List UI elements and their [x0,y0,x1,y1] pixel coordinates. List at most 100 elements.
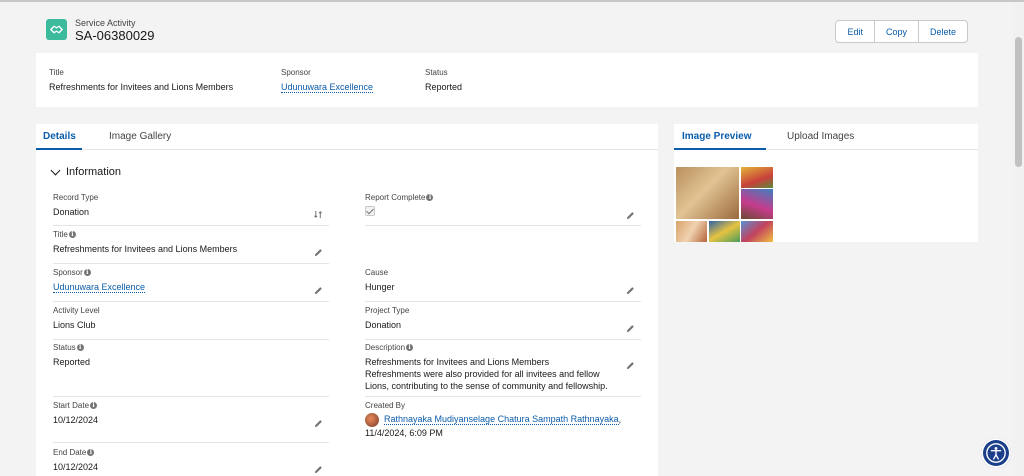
description-line: Refreshments for Invitees and Lions Memb… [365,357,550,367]
record-header: Service Activity SA-06380029 Edit Copy D… [36,9,978,52]
image-thumbnail[interactable] [676,221,707,242]
field-label: Sponsor [53,268,83,277]
highlight-status-label: Status [425,68,448,77]
object-type-label: Service Activity [75,18,136,28]
copy-button[interactable]: Copy [875,21,919,42]
field-label: Status [53,343,76,352]
image-thumbnail[interactable] [741,167,773,188]
field-value: Donation [53,207,90,217]
field-label: Start Date [53,401,90,410]
field-project-type: Project Type Donation [365,306,641,340]
section-information-toggle[interactable]: Information [50,165,122,178]
highlight-title: Title Refreshments for Invitees and Lion… [49,68,233,92]
highlight-status-value: Reported [425,82,463,92]
field-value: 10/12/2024 [53,462,99,472]
field-value: Hunger [365,282,395,292]
created-by-datetime: 11/4/2024, 6:09 PM [365,428,443,438]
avatar [365,413,379,427]
pencil-icon[interactable] [626,361,635,370]
details-tabs: Details Image Gallery [36,124,658,150]
field-value: Reported [53,357,91,367]
field-value: 10/12/2024 [53,415,99,425]
pencil-icon[interactable] [314,419,323,428]
highlights-panel: Title Refreshments for Invitees and Lion… [36,53,978,107]
chevron-down-icon [50,165,61,176]
image-card: Image Preview Upload Images [674,124,978,242]
tab-upload-images[interactable]: Upload Images [787,131,854,142]
field-label: Description [365,343,406,352]
field-label: Created By [365,401,406,410]
field-activity-level: Activity Level Lions Club [53,306,329,340]
pencil-icon[interactable] [626,211,635,220]
sponsor-link[interactable]: Udunuwara Excellence [53,282,146,293]
field-label: Record Type [53,193,99,202]
pencil-icon[interactable] [314,248,323,257]
highlight-title-label: Title [49,68,64,77]
highlight-status: Status Reported [425,68,462,92]
page-scrollbar[interactable] [1013,2,1024,476]
details-card: Details Image Gallery Information Record… [36,124,658,476]
field-value: Refreshments for Invitees and Lions Memb… [365,356,641,392]
field-status: Status i Reported [53,343,329,397]
field-label: Cause [365,268,389,277]
highlight-title-value: Refreshments for Invitees and Lions Memb… [49,82,234,92]
edit-button[interactable]: Edit [836,21,875,42]
tab-details[interactable]: Details [43,131,76,142]
field-record-type: Record Type Donation [53,193,329,226]
description-line: Refreshments were also provided for all … [365,369,600,379]
field-cause: Cause Hunger [365,268,641,302]
pencil-icon[interactable] [626,286,635,295]
field-value: Donation [365,320,402,330]
image-thumbnail[interactable] [741,189,773,219]
image-thumbnail[interactable] [741,221,773,242]
field-label: Title [53,230,68,239]
section-title: Information [66,166,122,178]
top-border [0,0,1024,2]
field-end-date: End Date i 10/12/2024 [53,448,329,476]
tab-image-gallery[interactable]: Image Gallery [109,131,171,142]
info-icon[interactable]: i [76,344,84,351]
scrollbar-thumb[interactable] [1015,37,1022,167]
field-value: Lions Club [53,320,96,330]
description-line: Lions, contributing to the sense of comm… [365,381,608,391]
highlight-sponsor-link[interactable]: Udunuwara Excellence [281,82,374,93]
report-complete-checkbox [365,206,375,216]
field-label: End Date [53,448,87,457]
change-record-type-icon[interactable] [314,210,323,219]
field-description: Description i Refreshments for Invitees a… [365,343,641,397]
highlight-sponsor-label: Sponsor [281,68,311,77]
info-icon[interactable]: i [406,344,414,351]
handshake-icon [46,19,67,40]
action-button-group: Edit Copy Delete [835,20,968,43]
record-name: SA-06380029 [75,28,155,43]
created-by-user-link[interactable]: Rathnayaka Mudiyanselage Chatura Sampath… [384,414,619,426]
tab-image-preview[interactable]: Image Preview [682,131,751,142]
created-by-separator: , [618,414,622,425]
info-icon[interactable]: i [83,269,91,276]
info-icon[interactable]: i [87,449,95,456]
pencil-icon[interactable] [626,324,635,333]
accessibility-button[interactable] [981,438,1011,468]
info-icon[interactable]: i [426,194,434,201]
field-value: Rathnayaka Mudiyanselage Chatura Sampath… [365,413,655,439]
field-label: Report Complete [365,193,426,202]
accessibility-icon [986,443,1006,463]
field-start-date: Start Date i 10/12/2024 [53,401,329,443]
info-icon[interactable]: i [68,231,76,238]
image-thumbnail[interactable] [676,167,739,219]
field-sponsor: Sponsor i Udunuwara Excellence [53,268,329,302]
info-icon[interactable]: i [90,402,98,409]
image-tabs: Image Preview Upload Images [674,124,978,150]
pencil-icon[interactable] [314,286,323,295]
field-label: Activity Level [53,306,100,315]
pencil-icon[interactable] [314,465,323,474]
delete-button[interactable]: Delete [919,21,967,42]
image-thumbnail[interactable] [709,221,740,242]
field-title: Title i Refreshments for Invitees and Lio… [53,230,329,264]
field-label: Project Type [365,306,410,315]
field-value: Refreshments for Invitees and Lions Memb… [53,244,238,254]
field-report-complete: Report Complete i [365,193,641,226]
active-tab-indicator [674,148,766,150]
field-created-by: Created By Rathnayaka Mudiyanselage Chat… [365,401,655,449]
active-tab-indicator [36,148,82,150]
